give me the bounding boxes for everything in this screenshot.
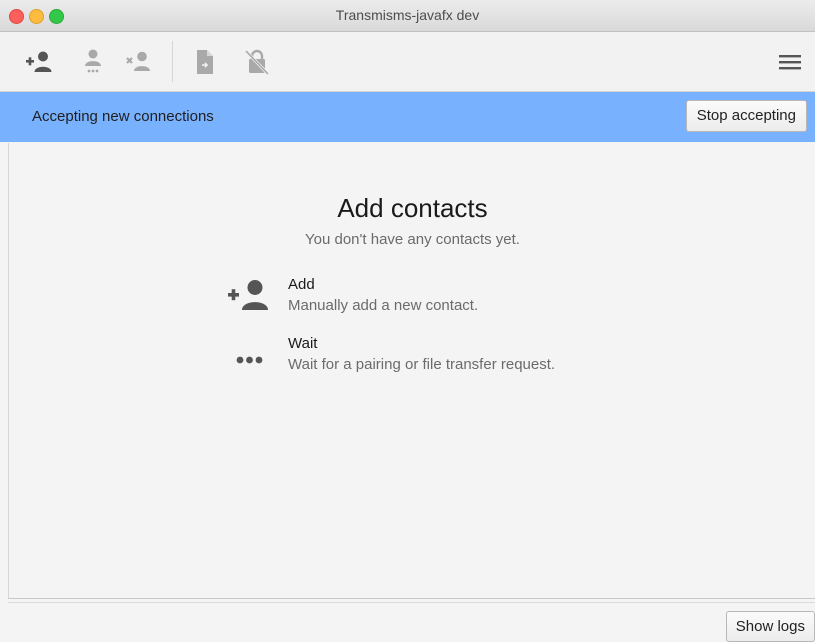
main-content: Add contacts You don't have any contacts… <box>8 143 815 598</box>
send-file-icon <box>197 50 213 74</box>
wait-contact-button[interactable] <box>78 47 108 77</box>
stop-accepting-button[interactable]: Stop accepting <box>685 100 807 132</box>
connection-banner: Accepting new connections Stop accepting <box>0 92 815 142</box>
window-title: Transmisms-javafx dev <box>335 7 480 23</box>
show-logs-button[interactable]: Show logs <box>725 611 815 642</box>
remove-contact-button[interactable] <box>125 47 155 77</box>
title-bar: Transmisms-javafx dev <box>0 0 815 32</box>
menu-icon <box>779 55 801 70</box>
option-title: Wait <box>288 335 318 352</box>
option-title: Add <box>288 276 315 293</box>
divider <box>8 598 815 599</box>
toolbar <box>0 32 815 92</box>
toolbar-separator <box>172 41 173 82</box>
page-title: Add contacts <box>337 193 488 223</box>
status-bar: Show logs <box>0 603 815 642</box>
option-description: Wait for a pairing or file transfer requ… <box>288 356 556 373</box>
lock-button[interactable] <box>242 47 272 77</box>
add-contact-icon <box>26 51 52 72</box>
add-contact-button[interactable] <box>25 47 55 77</box>
option-description: Manually add a new contact. <box>288 297 479 314</box>
add-contact-icon <box>225 276 275 316</box>
send-file-button[interactable] <box>190 47 220 77</box>
menu-button[interactable] <box>775 47 805 77</box>
page-subtitle: You don't have any contacts yet. <box>305 231 520 248</box>
banner-status-text: Accepting new connections <box>32 108 214 125</box>
ellipsis-icon <box>225 335 275 375</box>
remove-contact-icon <box>126 51 150 71</box>
wait-option[interactable]: Wait Wait for a pairing or file transfer… <box>225 335 645 379</box>
add-contact-option[interactable]: Add Manually add a new contact. <box>225 276 645 320</box>
wait-contact-icon <box>85 49 101 73</box>
app-window: Transmisms-javafx dev Accepting new conn… <box>0 0 815 642</box>
lock-disabled-icon <box>244 49 270 76</box>
